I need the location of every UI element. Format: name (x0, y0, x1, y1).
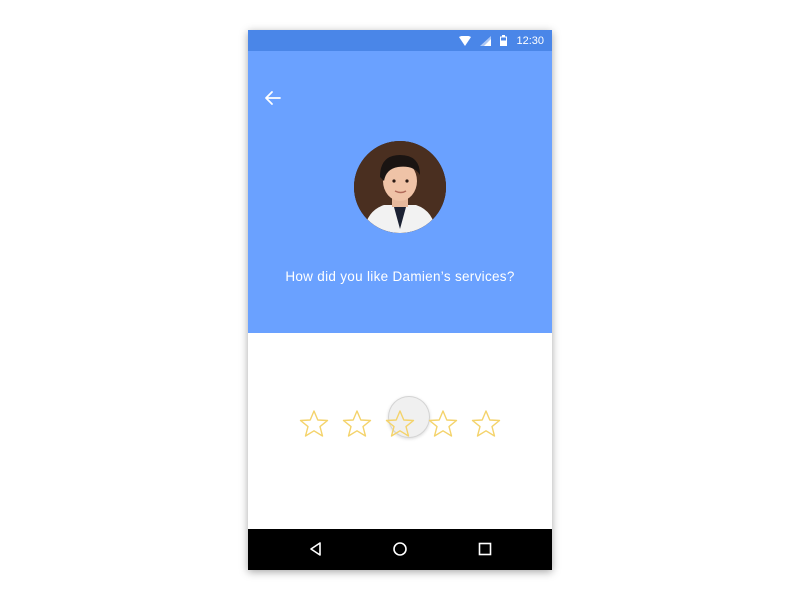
star-5-button[interactable] (470, 408, 502, 440)
header: How did you like Damien’s services? (248, 51, 552, 333)
battery-icon (500, 35, 508, 46)
star-4-button[interactable] (427, 408, 459, 440)
navigation-bar (248, 529, 552, 570)
phone-screen: 12:30 How did you like Damien’s services… (248, 30, 552, 570)
star-3-button[interactable] (384, 408, 416, 440)
nav-home-button[interactable] (389, 538, 411, 560)
star-1-button[interactable] (298, 408, 330, 440)
rating-question: How did you like Damien’s services? (285, 269, 515, 284)
star-outline-icon (342, 410, 372, 437)
star-outline-icon (471, 410, 501, 437)
star-outline-icon (299, 410, 329, 437)
star-rating (298, 396, 508, 448)
wifi-icon (459, 35, 472, 46)
star-outline-icon (385, 410, 415, 437)
star-2-button[interactable] (341, 408, 373, 440)
rating-panel (248, 333, 552, 529)
recents-square-icon (478, 542, 492, 556)
star-outline-icon (428, 410, 458, 437)
arrow-left-icon (265, 91, 281, 105)
back-triangle-icon (310, 542, 321, 556)
back-button[interactable] (262, 87, 284, 109)
nav-back-button[interactable] (305, 538, 327, 560)
status-bar: 12:30 (248, 30, 552, 51)
avatar (354, 141, 446, 233)
nav-recents-button[interactable] (474, 538, 496, 560)
status-icons: 12:30 (459, 30, 544, 51)
home-circle-icon (393, 542, 407, 556)
status-time: 12:30 (516, 34, 544, 47)
signal-icon (480, 35, 492, 46)
profile-photo (354, 141, 446, 233)
